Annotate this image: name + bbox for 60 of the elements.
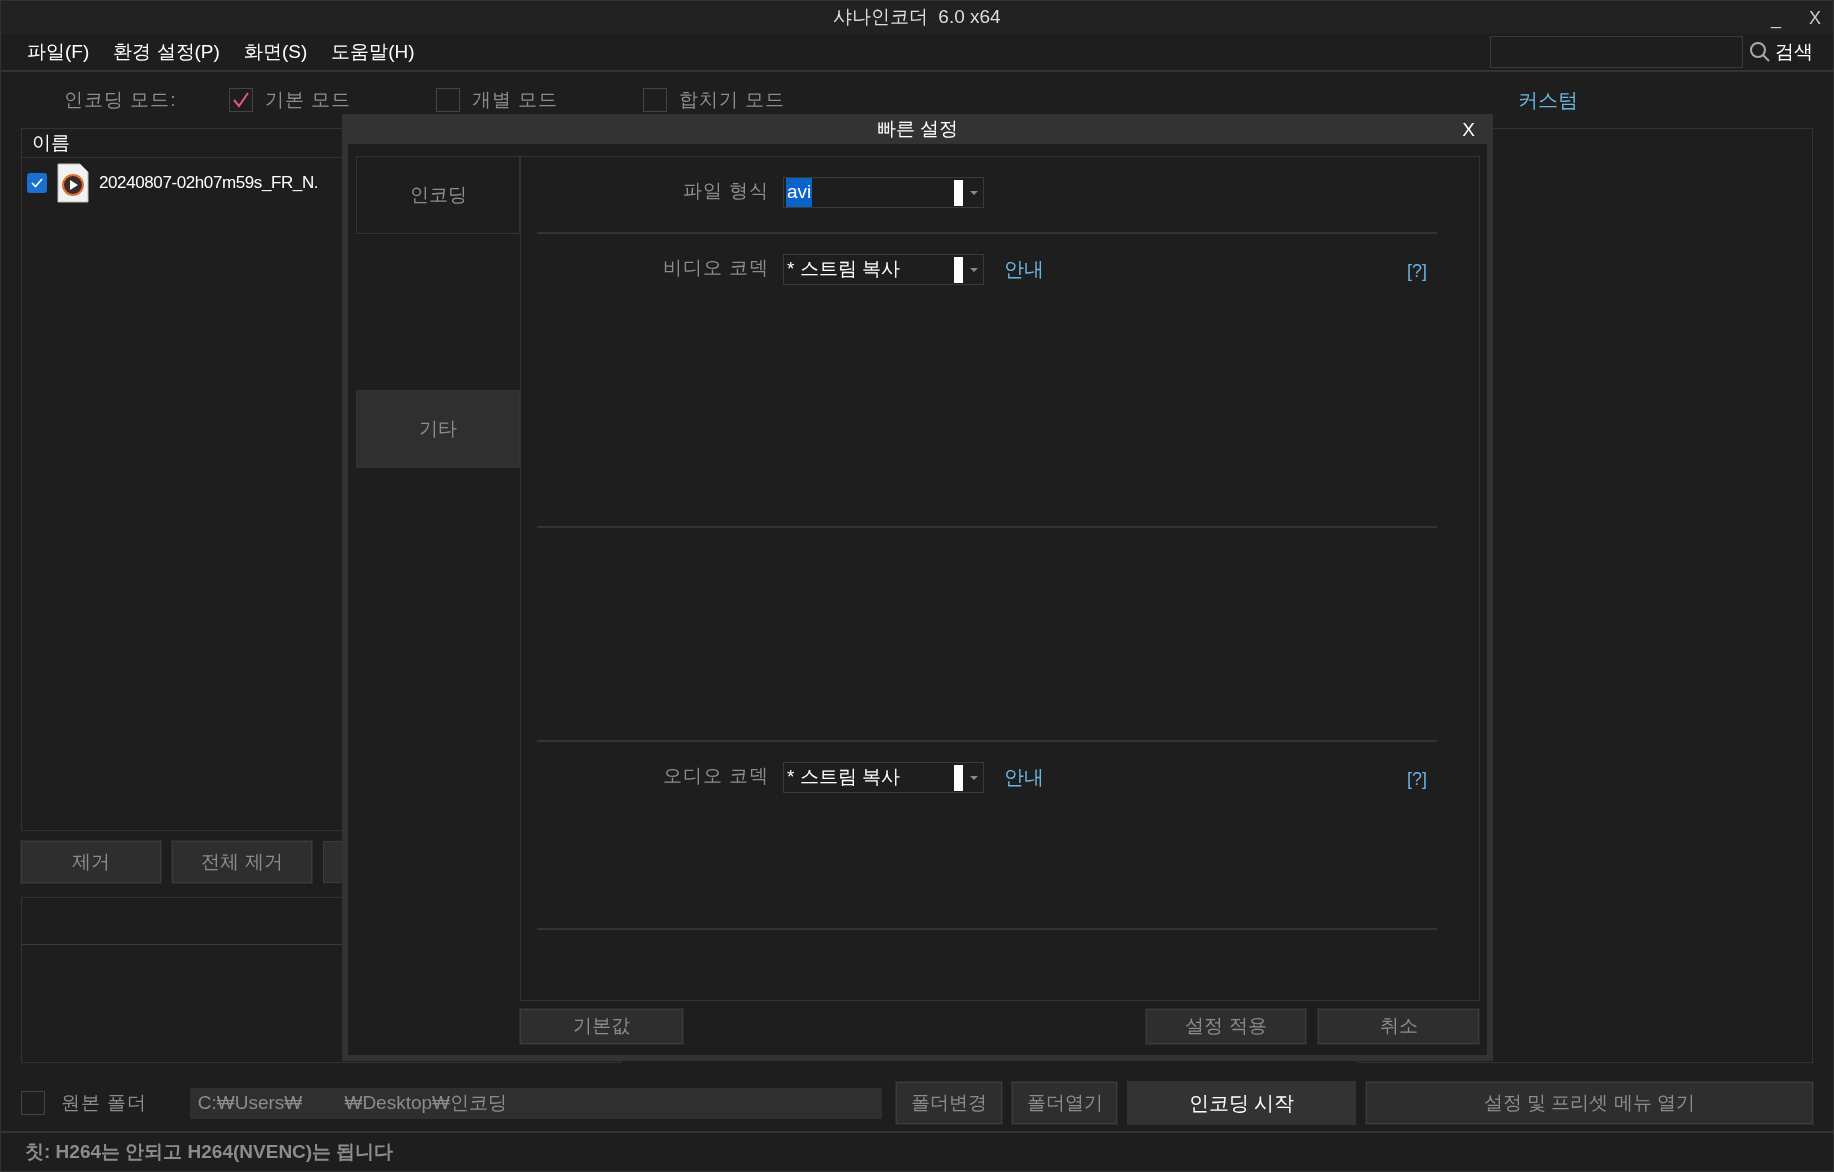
source-folder-label[interactable]: 원본 폴더 [61,1088,180,1118]
button[interactable]: 폴더열기 [1012,1082,1118,1124]
button[interactable]: 취소 [1318,1009,1479,1044]
output-path-field[interactable]: C:₩Users₩ ₩Desktop₩인코딩 [189,1087,883,1119]
mode-option-label[interactable]: 기본 모드 [265,85,352,115]
checked-checkbox[interactable] [229,88,253,112]
minimize-button[interactable]: _ [1771,5,1781,32]
checkbox[interactable] [643,88,667,112]
menu-item[interactable]: 도움말(H) [331,37,415,67]
caret-icon [969,266,979,273]
button[interactable]: 설정 및 프리셋 메뉴 열기 [1365,1082,1813,1124]
help-link[interactable]: [?] [1407,258,1427,285]
version-label: 6.0 x64 [938,5,1001,30]
help-link[interactable]: [?] [1407,766,1427,793]
text-cursor-icon [954,256,963,283]
row-checkbox[interactable] [27,173,47,193]
field-label: 비디오 코덱 [661,256,770,280]
file-name[interactable]: 20240807-02h07m59s_FR_N. [99,170,319,196]
checkbox[interactable] [21,1091,45,1115]
text-cursor-icon [954,179,963,206]
button[interactable]: 기본값 [520,1009,683,1044]
close-button[interactable]: X [1462,116,1475,145]
dropdown-field[interactable]: avi [783,177,984,208]
tab[interactable]: 기타 [356,390,520,468]
guide-link[interactable]: 안내 [1004,762,1044,792]
search-field[interactable] [1490,36,1743,68]
button[interactable]: 설정 적용 [1146,1009,1306,1044]
menu-item[interactable]: 환경 설정(P) [113,37,220,67]
checkmark-icon [232,92,250,108]
dialog-title: 빠른 설정 [876,116,959,141]
mode-label: 인코딩 모드: [64,87,178,112]
caret-icon [969,774,979,781]
menu-item[interactable]: 파일(F) [27,37,90,67]
field-label: 오디오 코덱 [661,764,770,788]
dropdown-value: * 스트림 복사 [786,765,901,790]
field-label: 파일 형식 [681,179,770,203]
start-encoding-button[interactable]: 인코딩 시작 [1127,1081,1356,1125]
search-button[interactable]: 검색 [1775,37,1813,67]
guide-link[interactable]: 안내 [1004,254,1044,284]
mode-option-label[interactable]: 합치기 모드 [679,85,786,115]
dropdown-field[interactable]: * 스트림 복사 [783,762,984,793]
custom-link[interactable]: 커스텀 [1518,85,1578,115]
caret-icon [969,189,979,196]
button[interactable]: 제거 [21,841,161,883]
mode-option-label[interactable]: 개별 모드 [472,85,559,115]
search-icon[interactable] [1749,41,1771,63]
window-title: 샤나인코더 [833,5,929,30]
close-button[interactable]: X [1809,5,1821,32]
dropdown-field[interactable]: * 스트림 복사 [783,254,984,285]
checkmark-icon [31,178,43,188]
button[interactable]: 폴더변경 [896,1082,1003,1124]
status-message: 칫: H264는 안되고 H264(NVENC)는 됩니다 [25,1139,394,1164]
tab[interactable]: 인코딩 [356,156,520,234]
text-cursor-icon [954,764,963,791]
dropdown-value: * 스트림 복사 [786,257,901,282]
video-file-icon [57,163,89,203]
checkbox[interactable] [436,88,460,112]
dropdown-value: avi [786,178,813,207]
menu-item[interactable]: 화면(S) [243,37,308,67]
button[interactable]: 전체 제거 [172,841,312,883]
